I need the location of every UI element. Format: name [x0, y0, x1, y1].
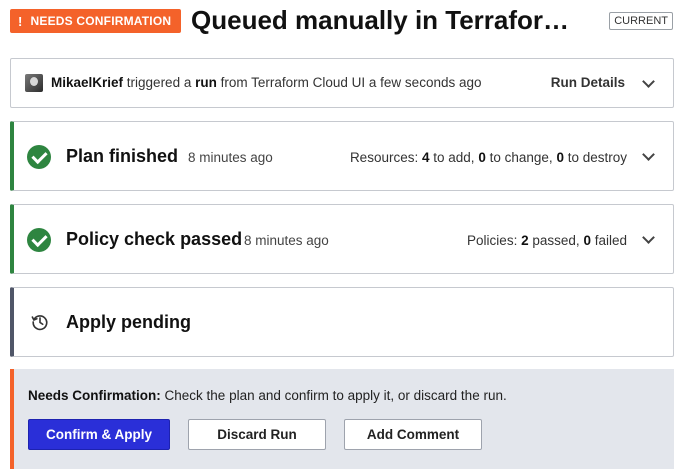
- confirmation-message: Needs Confirmation: Check the plan and c…: [28, 388, 507, 403]
- policies-label: Policies:: [467, 233, 518, 248]
- policy-summary: Policies: 2 passed, 0 failed: [467, 233, 627, 248]
- confirmation-panel: Needs Confirmation: Check the plan and c…: [10, 369, 674, 469]
- resources-label: Resources:: [349, 150, 419, 165]
- apply-title: Apply pending: [66, 312, 191, 332]
- page-title: Queued manually in Terrafor…: [191, 5, 570, 35]
- chevron-down-icon[interactable]: [642, 148, 655, 161]
- current-badge: CURRENT: [609, 12, 673, 30]
- trigger-user[interactable]: MikaelKrief: [51, 75, 123, 90]
- history-icon: [31, 315, 48, 331]
- add-count: 4: [421, 150, 430, 165]
- change-label: to change,: [489, 150, 553, 165]
- plan-resources-summary: Resources: 4 to add, 0 to change, 0 to d…: [350, 150, 627, 165]
- chevron-down-icon[interactable]: [642, 231, 655, 244]
- add-label: to add,: [433, 150, 475, 165]
- failed-count: 0: [583, 233, 591, 248]
- passed-count: 2: [521, 233, 529, 248]
- destroy-label: to destroy: [567, 150, 627, 165]
- check-circle-icon: [27, 145, 51, 169]
- plan-time: 8 minutes ago: [188, 150, 273, 165]
- exclamation-icon: !: [18, 13, 23, 29]
- policy-time: 8 minutes ago: [244, 233, 329, 248]
- policy-title: Policy check passed: [66, 229, 243, 249]
- failed-label: failed: [594, 233, 627, 248]
- chevron-down-icon[interactable]: [642, 75, 655, 88]
- run-details-toggle[interactable]: Run Details: [551, 75, 625, 90]
- apply-card: Apply pending: [10, 287, 674, 357]
- plan-card[interactable]: Plan finished 8 minutes ago Resources: 4…: [10, 121, 674, 191]
- avatar: [25, 74, 43, 92]
- add-comment-button[interactable]: Add Comment: [344, 419, 482, 450]
- trigger-run: run: [195, 75, 217, 90]
- run-trigger-card[interactable]: MikaelKrief triggered a run from Terrafo…: [10, 58, 674, 108]
- trigger-verb: triggered a: [126, 75, 192, 90]
- discard-run-button[interactable]: Discard Run: [188, 419, 326, 450]
- status-badge: ! NEEDS CONFIRMATION: [10, 9, 182, 33]
- trigger-text: MikaelKrief triggered a run from Terrafo…: [51, 75, 482, 90]
- confirmation-label: Needs Confirmation:: [28, 388, 161, 403]
- confirmation-text: Check the plan and confirm to apply it, …: [164, 388, 507, 403]
- destroy-count: 0: [556, 150, 564, 165]
- policy-check-card[interactable]: Policy check passed 8 minutes ago Polici…: [10, 204, 674, 274]
- confirm-apply-button[interactable]: Confirm & Apply: [28, 419, 170, 450]
- plan-title: Plan finished: [66, 146, 179, 166]
- check-circle-icon: [27, 228, 51, 252]
- trigger-source: from Terraform Cloud UI a few seconds ag…: [220, 75, 482, 90]
- status-badge-label: NEEDS CONFIRMATION: [30, 14, 172, 28]
- passed-label: passed,: [532, 233, 580, 248]
- change-count: 0: [478, 150, 486, 165]
- run-header: ! NEEDS CONFIRMATION Queued manually in …: [10, 5, 673, 38]
